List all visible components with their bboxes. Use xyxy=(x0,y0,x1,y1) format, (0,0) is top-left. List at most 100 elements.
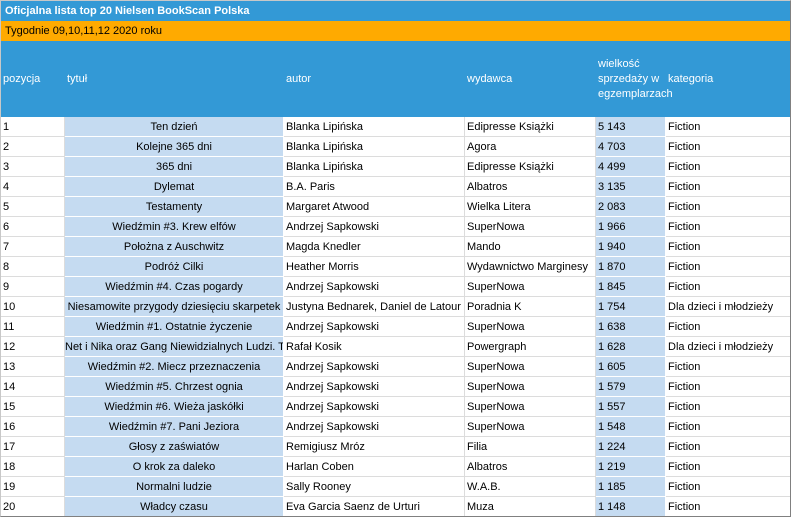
cell-tytul: Ten dzień xyxy=(65,117,284,137)
cell-autor: B.A. Paris xyxy=(284,177,465,197)
cell-tytul: Wiedźmin #6. Wieża jaskółki xyxy=(65,397,284,417)
cell-kategoria: Fiction xyxy=(666,477,790,497)
cell-sprzedaz: 1 224 xyxy=(596,437,666,457)
cell-autor: Blanka Lipińska xyxy=(284,137,465,157)
cell-tytul: Wiedźmin #1. Ostatnie życzenie xyxy=(65,317,284,337)
cell-pozycja: 13 xyxy=(1,357,65,377)
header-row: pozycja tytuł autor wydawca wielkość spr… xyxy=(1,41,790,117)
cell-wydawca: Filia xyxy=(465,437,596,457)
cell-autor: Andrzej Sapkowski xyxy=(284,357,465,377)
cell-wydawca: Albatros xyxy=(465,177,596,197)
cell-sprzedaz: 1 845 xyxy=(596,277,666,297)
cell-kategoria: Fiction xyxy=(666,177,790,197)
cell-wydawca: SuperNowa xyxy=(465,377,596,397)
cell-tytul: Wiedźmin #3. Krew elfów xyxy=(65,217,284,237)
cell-sprzedaz: 1 548 xyxy=(596,417,666,437)
table-row: 20 Władcy czasu Eva Garcia Saenz de Urtu… xyxy=(1,497,790,516)
cell-sprzedaz: 1 148 xyxy=(596,497,666,516)
cell-pozycja: 10 xyxy=(1,297,65,317)
cell-pozycja: 3 xyxy=(1,157,65,177)
cell-wydawca: Mando xyxy=(465,237,596,257)
table-row: 2 Kolejne 365 dni Blanka Lipińska Agora … xyxy=(1,137,790,157)
cell-sprzedaz: 3 135 xyxy=(596,177,666,197)
cell-kategoria: Fiction xyxy=(666,357,790,377)
table-row: 1 Ten dzień Blanka Lipińska Edipresse Ks… xyxy=(1,117,790,137)
cell-kategoria: Fiction xyxy=(666,217,790,237)
table-row: 13 Wiedźmin #2. Miecz przeznaczenia Andr… xyxy=(1,357,790,377)
cell-tytul: Dylemat xyxy=(65,177,284,197)
cell-tytul: Testamenty xyxy=(65,197,284,217)
cell-wydawca: SuperNowa xyxy=(465,317,596,337)
cell-tytul: Wiedźmin #4. Czas pogardy xyxy=(65,277,284,297)
cell-pozycja: 6 xyxy=(1,217,65,237)
cell-pozycja: 18 xyxy=(1,457,65,477)
cell-sprzedaz: 1 638 xyxy=(596,317,666,337)
cell-pozycja: 16 xyxy=(1,417,65,437)
table-title: Oficjalna lista top 20 Nielsen BookScan … xyxy=(1,1,790,21)
cell-sprzedaz: 4 499 xyxy=(596,157,666,177)
cell-kategoria: Dla dzieci i młodzieży xyxy=(666,297,790,317)
cell-tytul: Kolejne 365 dni xyxy=(65,137,284,157)
header-autor: autor xyxy=(286,73,312,85)
spreadsheet-table: Oficjalna lista top 20 Nielsen BookScan … xyxy=(0,0,791,517)
table-row: 12 Net i Nika oraz Gang Niewidzialnych L… xyxy=(1,337,790,357)
cell-sprzedaz: 5 143 xyxy=(596,117,666,137)
table-row: 10 Niesamowite przygody dziesięciu skarp… xyxy=(1,297,790,317)
cell-pozycja: 7 xyxy=(1,237,65,257)
cell-kategoria: Fiction xyxy=(666,197,790,217)
cell-autor: Sally Rooney xyxy=(284,477,465,497)
cell-autor: Margaret Atwood xyxy=(284,197,465,217)
cell-tytul: Podróż Cilki xyxy=(65,257,284,277)
cell-pozycja: 17 xyxy=(1,437,65,457)
cell-sprzedaz: 1 754 xyxy=(596,297,666,317)
header-tytul: tytuł xyxy=(67,73,88,85)
cell-sprzedaz: 1 579 xyxy=(596,377,666,397)
cell-wydawca: Wydawnictwo Marginesy xyxy=(465,257,596,277)
cell-pozycja: 19 xyxy=(1,477,65,497)
cell-kategoria: Fiction xyxy=(666,397,790,417)
cell-wydawca: SuperNowa xyxy=(465,417,596,437)
cell-pozycja: 8 xyxy=(1,257,65,277)
table-row: 14 Wiedźmin #5. Chrzest ognia Andrzej Sa… xyxy=(1,377,790,397)
table-row: 16 Wiedźmin #7. Pani Jeziora Andrzej Sap… xyxy=(1,417,790,437)
cell-kategoria: Fiction xyxy=(666,457,790,477)
table-body: 1 Ten dzień Blanka Lipińska Edipresse Ks… xyxy=(1,117,790,516)
cell-tytul: Wiedźmin #5. Chrzest ognia xyxy=(65,377,284,397)
cell-sprzedaz: 1 628 xyxy=(596,337,666,357)
cell-autor: Andrzej Sapkowski xyxy=(284,377,465,397)
cell-autor: Eva Garcia Saenz de Urturi xyxy=(284,497,465,516)
cell-pozycja: 14 xyxy=(1,377,65,397)
cell-sprzedaz: 1 557 xyxy=(596,397,666,417)
cell-autor: Remigiusz Mróz xyxy=(284,437,465,457)
table-row: 11 Wiedźmin #1. Ostatnie życzenie Andrze… xyxy=(1,317,790,337)
cell-pozycja: 20 xyxy=(1,497,65,516)
cell-kategoria: Fiction xyxy=(666,277,790,297)
table-row: 19 Normalni ludzie Sally Rooney W.A.B. 1… xyxy=(1,477,790,497)
table-row: 15 Wiedźmin #6. Wieża jaskółki Andrzej S… xyxy=(1,397,790,417)
cell-tytul: Położna z Auschwitz xyxy=(65,237,284,257)
cell-sprzedaz: 1 605 xyxy=(596,357,666,377)
cell-wydawca: Powergraph xyxy=(465,337,596,357)
cell-kategoria: Fiction xyxy=(666,377,790,397)
cell-autor: Rafał Kosik xyxy=(284,337,465,357)
cell-tytul: Wiedźmin #2. Miecz przeznaczenia xyxy=(65,357,284,377)
table-subtitle: Tygodnie 09,10,11,12 2020 roku xyxy=(1,21,790,41)
cell-wydawca: SuperNowa xyxy=(465,277,596,297)
cell-sprzedaz: 2 083 xyxy=(596,197,666,217)
cell-autor: Blanka Lipińska xyxy=(284,157,465,177)
header-sprzedaz: wielkość sprzedaży w egzemplarzach xyxy=(598,57,673,100)
cell-pozycja: 9 xyxy=(1,277,65,297)
cell-pozycja: 2 xyxy=(1,137,65,157)
table-row: 4 Dylemat B.A. Paris Albatros 3 135 Fict… xyxy=(1,177,790,197)
cell-wydawca: Poradnia K xyxy=(465,297,596,317)
cell-kategoria: Fiction xyxy=(666,257,790,277)
cell-tytul: Net i Nika oraz Gang Niewidzialnych Ludz… xyxy=(65,337,284,357)
cell-kategoria: Fiction xyxy=(666,117,790,137)
cell-tytul: Normalni ludzie xyxy=(65,477,284,497)
cell-sprzedaz: 1 966 xyxy=(596,217,666,237)
table-row: 8 Podróż Cilki Heather Morris Wydawnictw… xyxy=(1,257,790,277)
cell-autor: Andrzej Sapkowski xyxy=(284,317,465,337)
cell-sprzedaz: 1 940 xyxy=(596,237,666,257)
cell-wydawca: SuperNowa xyxy=(465,357,596,377)
cell-wydawca: Edipresse Książki xyxy=(465,117,596,137)
